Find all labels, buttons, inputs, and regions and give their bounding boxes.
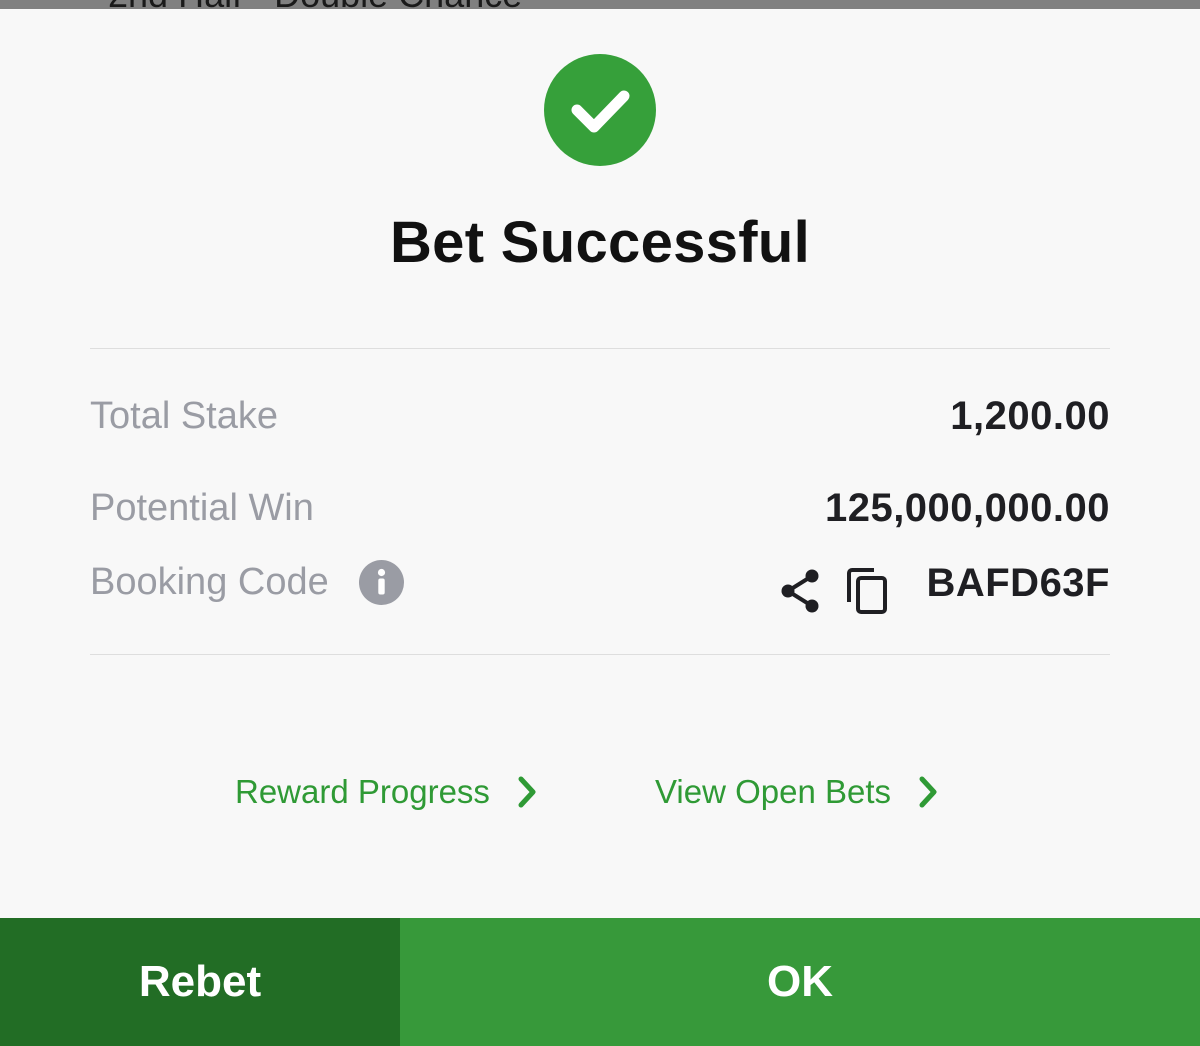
chevron-right-icon bbox=[518, 776, 536, 808]
check-circle-icon bbox=[544, 54, 656, 166]
bet-success-dialog: Bet Successful Total Stake 1,200.00 Pote… bbox=[0, 9, 1200, 1046]
view-open-bets-link[interactable]: View Open Bets bbox=[655, 773, 939, 811]
bottom-divider bbox=[90, 654, 1110, 655]
info-icon[interactable] bbox=[359, 560, 404, 605]
ok-button[interactable]: OK bbox=[400, 918, 1200, 1046]
reward-progress-label: Reward Progress bbox=[235, 773, 490, 810]
total-stake-label: Total Stake bbox=[90, 395, 278, 437]
booking-code-label: Booking Code bbox=[90, 561, 329, 603]
rebet-button[interactable]: Rebet bbox=[0, 918, 400, 1046]
background-content: 2nd Half - Double Chance bbox=[0, 0, 1200, 9]
reward-progress-link[interactable]: Reward Progress bbox=[235, 773, 538, 811]
potential-win-value: 125,000,000.00 bbox=[824, 486, 1110, 530]
share-icon[interactable] bbox=[779, 568, 823, 614]
booking-code-value[interactable]: BAFD63F bbox=[926, 561, 1110, 606]
top-divider bbox=[90, 348, 1110, 349]
rebet-button-label: Rebet bbox=[138, 957, 262, 1006]
dialog-title: Bet Successful bbox=[389, 210, 811, 275]
copy-icon[interactable] bbox=[846, 566, 890, 616]
chevron-right-icon bbox=[919, 776, 937, 808]
background-market-text: 2nd Half - Double Chance bbox=[108, 0, 522, 9]
potential-win-label: Potential Win bbox=[90, 487, 314, 529]
ok-button-label: OK bbox=[767, 957, 833, 1006]
view-open-bets-label: View Open Bets bbox=[655, 773, 892, 810]
total-stake-value: 1,200.00 bbox=[950, 394, 1110, 438]
